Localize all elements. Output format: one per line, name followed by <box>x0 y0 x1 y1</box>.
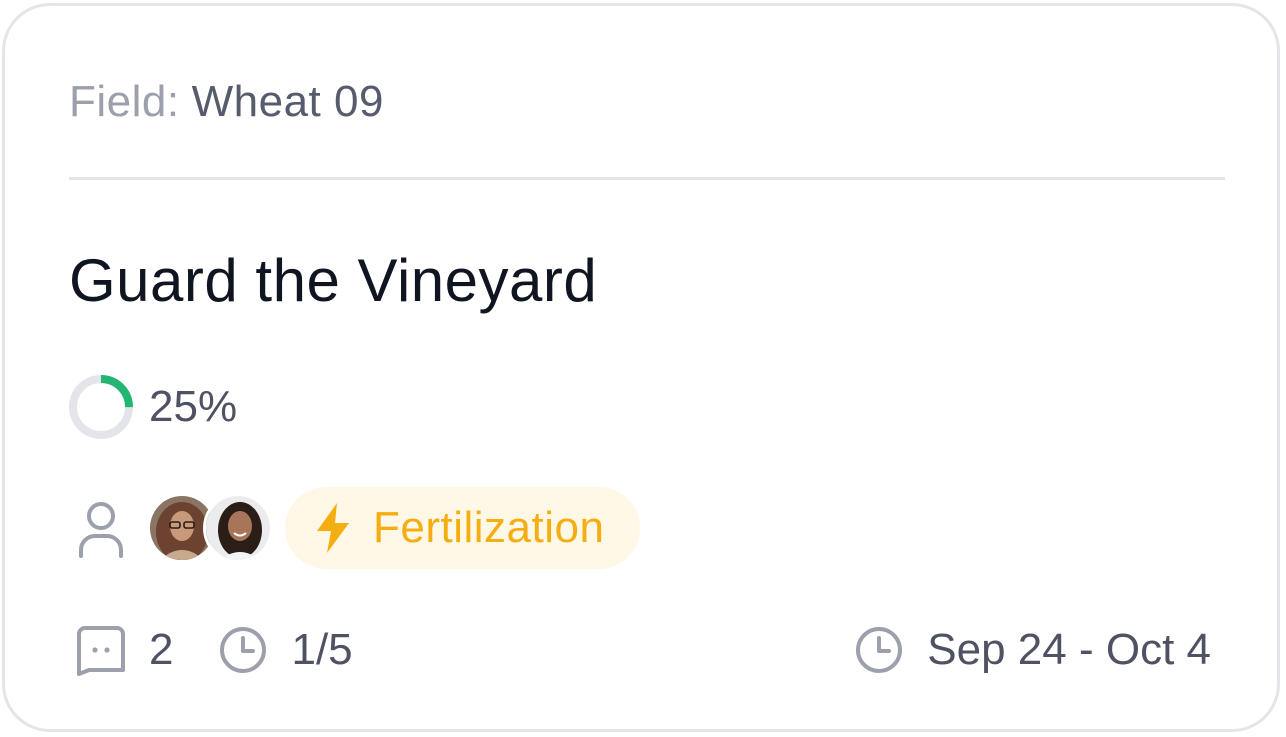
lightning-icon <box>317 503 349 553</box>
user-icon[interactable] <box>77 498 125 558</box>
task-card[interactable]: Field: Wheat 09 Guard the Vineyard 25% F… <box>2 3 1280 732</box>
assignee-avatars[interactable] <box>147 493 273 563</box>
avatar[interactable] <box>203 493 273 563</box>
comments-count: 2 <box>149 625 174 674</box>
progress-label: 25% <box>149 382 238 431</box>
card-title[interactable]: Guard the Vineyard <box>69 246 597 316</box>
meta-row: 2 1/5 <box>75 620 353 680</box>
progress-ring <box>69 375 133 439</box>
field-value[interactable]: Wheat 09 <box>192 77 384 126</box>
category-tag[interactable]: Fertilization <box>285 487 641 569</box>
comment-icon[interactable] <box>75 624 127 676</box>
date-range-label: Sep 24 - Oct 4 <box>927 625 1211 674</box>
clock-icon[interactable] <box>217 624 269 676</box>
divider <box>69 177 1225 180</box>
progress-row: 25% <box>67 372 237 442</box>
smiling-woman-avatar <box>206 496 270 560</box>
field-line: Field: Wheat 09 <box>69 76 384 128</box>
clock-icon <box>856 627 903 673</box>
field-label: Field: <box>69 77 180 126</box>
tasks-progress: 1/5 <box>291 625 353 674</box>
tag-label: Fertilization <box>373 503 605 552</box>
date-range[interactable]: Sep 24 - Oct 4 <box>853 620 1211 680</box>
people-row: Fertilization <box>77 486 641 570</box>
